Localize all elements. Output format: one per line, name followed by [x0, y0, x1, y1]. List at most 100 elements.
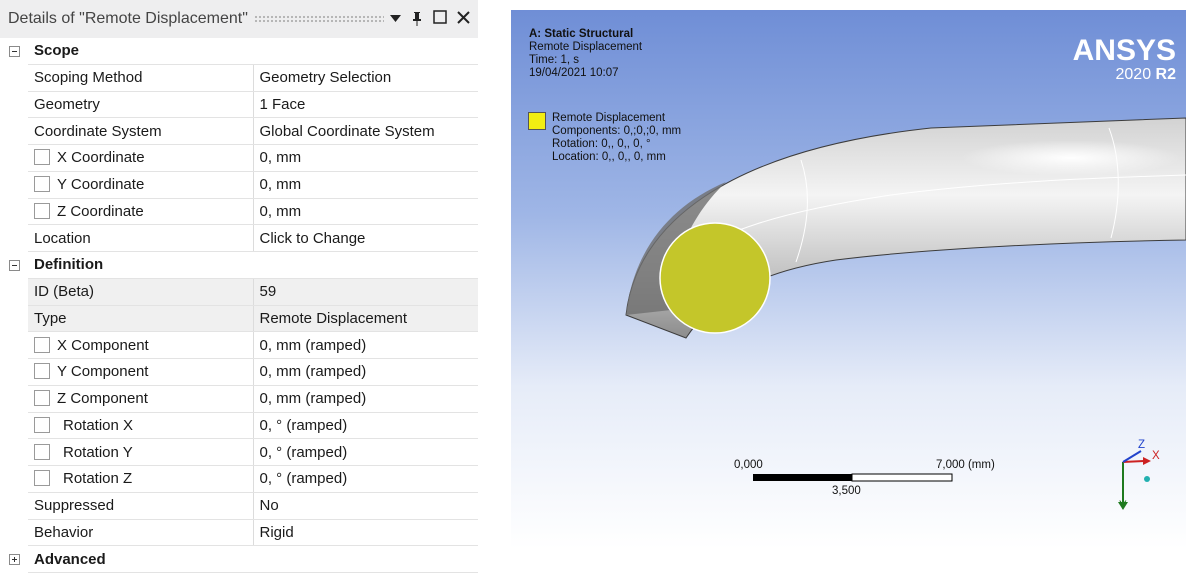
property-name: Z Component: [57, 390, 148, 408]
parameter-checkbox[interactable]: [34, 390, 50, 407]
triad-x-arrow: [1143, 457, 1151, 465]
property-value[interactable]: 0, mm: [253, 198, 478, 226]
time-label: Time: 1, s: [529, 54, 580, 66]
logo-version: 2020: [1115, 66, 1152, 83]
property-value[interactable]: 0, mm (ramped): [253, 331, 478, 359]
property-name: Z Coordinate: [57, 202, 144, 220]
triad-x-label: X: [1152, 450, 1160, 462]
row-x-coordinate[interactable]: X Coordinate 0, mm: [0, 144, 478, 172]
row-suppressed[interactable]: Suppressed No: [0, 492, 478, 520]
parameter-checkbox[interactable]: [34, 336, 50, 353]
row-x-component[interactable]: X Component 0, mm (ramped): [0, 331, 478, 359]
scale-bar-black: [753, 474, 852, 481]
property-value[interactable]: 0, mm (ramped): [253, 385, 478, 413]
property-value[interactable]: 0, mm: [253, 171, 478, 199]
property-value[interactable]: 1 Face: [253, 91, 478, 119]
title-bar-grip[interactable]: [253, 14, 384, 24]
legend: Remote Displacement Components: 0,;0,;0,…: [528, 112, 681, 164]
row-z-coordinate[interactable]: Z Coordinate 0, mm: [0, 198, 478, 226]
ansys-logo: ANSYS 2020 R2: [1072, 34, 1176, 84]
row-coordinate-system[interactable]: Coordinate System Global Coordinate Syst…: [0, 117, 478, 145]
property-name: Scoping Method: [28, 64, 254, 92]
triad-origin-ball: [1144, 476, 1150, 482]
scale-min-label: 0,000: [734, 459, 763, 471]
pin-icon[interactable]: [411, 11, 423, 27]
maximize-icon[interactable]: [433, 10, 447, 28]
scale-bar-white: [851, 473, 953, 482]
parameter-checkbox[interactable]: [34, 149, 50, 166]
group-advanced[interactable]: Advanced: [0, 545, 478, 573]
collapse-icon[interactable]: [8, 46, 20, 58]
analysis-title: A: Static Structural: [529, 28, 634, 40]
property-name: ID (Beta): [28, 278, 254, 306]
row-rotation-x[interactable]: Rotation X 0, ° (ramped): [0, 412, 478, 440]
group-scope[interactable]: Scope: [0, 38, 478, 65]
scale-max-label: 7,000 (mm): [936, 459, 995, 471]
legend-location: Location: 0,, 0,, 0, mm: [552, 151, 666, 163]
details-title-bar: Details of "Remote Displacement": [0, 0, 478, 38]
property-name: X Component: [57, 336, 149, 354]
row-location[interactable]: Location Click to Change: [0, 224, 478, 252]
property-value[interactable]: 0, mm: [253, 144, 478, 172]
parameter-checkbox[interactable]: [34, 202, 50, 219]
logo-brand: ANSYS: [1072, 34, 1176, 67]
property-value[interactable]: Remote Displacement: [253, 305, 478, 333]
row-rotation-y[interactable]: Rotation Y 0, ° (ramped): [0, 438, 478, 466]
property-value[interactable]: No: [253, 492, 478, 520]
property-name: Rotation Z: [63, 470, 133, 488]
group-label: Advanced: [28, 545, 478, 573]
property-name: Coordinate System: [28, 117, 254, 145]
row-z-component[interactable]: Z Component 0, mm (ramped): [0, 385, 478, 413]
property-value[interactable]: 0, ° (ramped): [253, 465, 478, 493]
parameter-checkbox[interactable]: [34, 470, 50, 487]
legend-title: Remote Displacement: [552, 112, 666, 124]
property-name: Geometry: [28, 91, 254, 119]
property-name: Rotation Y: [63, 443, 133, 461]
property-value[interactable]: Global Coordinate System: [253, 117, 478, 145]
parameter-checkbox[interactable]: [34, 363, 50, 380]
collapse-icon[interactable]: [8, 259, 20, 271]
details-panel: Details of "Remote Displacement" Scope S…: [0, 0, 478, 573]
model-view[interactable]: [511, 10, 1186, 549]
group-definition[interactable]: Definition: [0, 251, 478, 279]
legend-swatch: [528, 112, 546, 130]
parameter-checkbox[interactable]: [34, 443, 50, 460]
row-type[interactable]: Type Remote Displacement: [0, 305, 478, 333]
details-title: Details of "Remote Displacement": [8, 10, 248, 27]
graphics-viewport[interactable]: A: Static Structural Remote Displacement…: [511, 10, 1186, 549]
group-label: Definition: [28, 251, 478, 279]
property-value[interactable]: 0, ° (ramped): [253, 438, 478, 466]
remote-displacement-face[interactable]: [659, 222, 771, 334]
close-icon[interactable]: [457, 10, 470, 28]
property-name: Y Component: [57, 363, 149, 381]
object-name: Remote Displacement: [529, 41, 643, 53]
dropdown-icon[interactable]: [390, 15, 401, 23]
legend-rotation: Rotation: 0,, 0,, 0, °: [552, 138, 651, 150]
logo-release: R2: [1155, 66, 1176, 83]
property-name: Location: [28, 224, 254, 252]
property-value[interactable]: Click to Change: [253, 224, 478, 252]
property-value[interactable]: Geometry Selection: [253, 64, 478, 92]
legend-components: Components: 0,;0,;0, mm: [552, 125, 682, 137]
row-y-component[interactable]: Y Component 0, mm (ramped): [0, 358, 478, 386]
property-name: X Coordinate: [57, 149, 145, 167]
property-value[interactable]: 0, mm (ramped): [253, 358, 478, 386]
pipe-highlight: [961, 140, 1181, 176]
row-y-coordinate[interactable]: Y Coordinate 0, mm: [0, 171, 478, 199]
row-behavior[interactable]: Behavior Rigid: [0, 519, 478, 547]
parameter-checkbox[interactable]: [34, 416, 50, 433]
group-label: Scope: [28, 38, 478, 65]
row-scoping-method[interactable]: Scoping Method Geometry Selection: [0, 64, 478, 92]
property-value[interactable]: 0, ° (ramped): [253, 412, 478, 440]
property-name: Type: [28, 305, 254, 333]
row-geometry[interactable]: Geometry 1 Face: [0, 91, 478, 119]
row-id[interactable]: ID (Beta) 59: [0, 278, 478, 306]
property-name: Y Coordinate: [57, 176, 145, 194]
triad-y-label: Y: [1119, 500, 1127, 512]
row-rotation-z[interactable]: Rotation Z 0, ° (ramped): [0, 465, 478, 493]
parameter-checkbox[interactable]: [34, 176, 50, 193]
property-value[interactable]: Rigid: [253, 519, 478, 547]
expand-icon[interactable]: [8, 554, 20, 566]
triad-z-label: Z: [1138, 439, 1146, 451]
properties-table: Scope Scoping Method Geometry Selection …: [0, 38, 478, 573]
